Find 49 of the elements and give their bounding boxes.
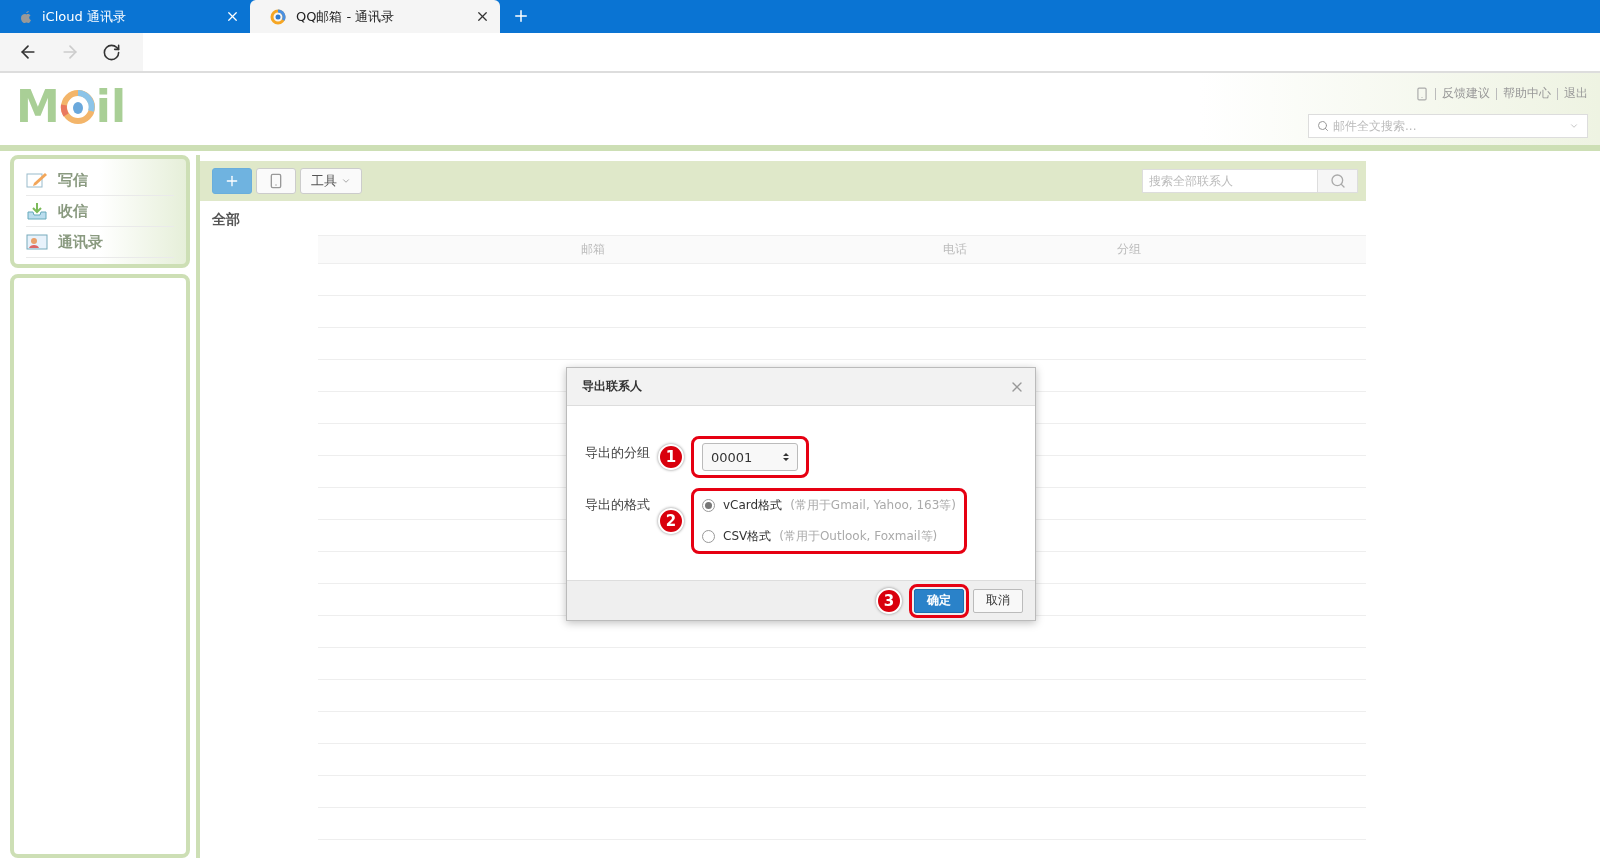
ring-logo-icon	[59, 89, 96, 125]
sidebar-item[interactable]: 写信	[26, 165, 174, 196]
caret-icon	[341, 176, 351, 186]
header-link[interactable]: 帮助中心	[1503, 85, 1551, 102]
contact-card-icon	[26, 233, 48, 251]
confirm-button[interactable]: 确定	[914, 588, 964, 613]
column-header: 电话	[942, 241, 968, 258]
sidebar-item[interactable]: 通讯录	[26, 227, 174, 258]
header-link[interactable]: 反馈建议	[1442, 85, 1490, 102]
apple-icon	[20, 9, 32, 24]
plus-icon	[224, 173, 240, 189]
column-header: 邮箱	[580, 241, 606, 258]
format-option[interactable]: vCard格式 (常用于Gmail, Yahoo, 163等)	[702, 497, 957, 514]
pencil-note-icon	[26, 171, 48, 189]
ring-logo-icon	[270, 8, 286, 25]
phone-button[interactable]	[256, 168, 296, 194]
tools-dropdown[interactable]: 工具	[300, 168, 362, 194]
logo-text: il	[95, 85, 126, 129]
reload-icon[interactable]	[102, 42, 121, 62]
format-option[interactable]: CSV格式 (常用于Outlook, Foxmail等)	[702, 528, 957, 545]
search-icon	[1329, 173, 1346, 189]
browser-tab[interactable]: QQ邮箱 - 通讯录	[250, 0, 500, 33]
logo-text: M	[16, 85, 60, 129]
phone-icon	[268, 173, 284, 189]
download-tray-icon	[26, 202, 48, 220]
contact-search-field[interactable]: 搜索全部联系人	[1142, 169, 1318, 193]
browser-tab[interactable]: iCloud 通讯录	[0, 0, 250, 33]
new-tab-icon[interactable]	[512, 7, 530, 25]
cancel-button[interactable]: 取消	[973, 588, 1023, 613]
group-select[interactable]: 00001	[702, 443, 798, 471]
radio-button[interactable]	[702, 530, 715, 543]
step-badge: 1	[658, 444, 684, 470]
step-badge: 2	[658, 508, 684, 534]
sidebar-item[interactable]: 收信	[26, 196, 174, 227]
header-link[interactable]: 退出	[1564, 85, 1588, 102]
caret-icon[interactable]	[1569, 121, 1579, 131]
step-badge: 3	[876, 587, 902, 614]
radio-button[interactable]	[702, 499, 715, 512]
search-button[interactable]	[1318, 169, 1358, 193]
field-label: 导出的分组	[585, 444, 651, 462]
phone-icon[interactable]	[1415, 86, 1429, 101]
list-title: 全部	[211, 210, 241, 229]
add-contact-button[interactable]	[212, 168, 252, 194]
field-label: 导出的格式	[585, 496, 651, 514]
close-icon[interactable]	[475, 9, 490, 24]
search-icon	[1317, 120, 1329, 132]
dialog-title: 导出联系人	[582, 378, 642, 395]
updown-arrow-icon	[781, 451, 791, 463]
column-header: 分组	[1116, 241, 1142, 258]
